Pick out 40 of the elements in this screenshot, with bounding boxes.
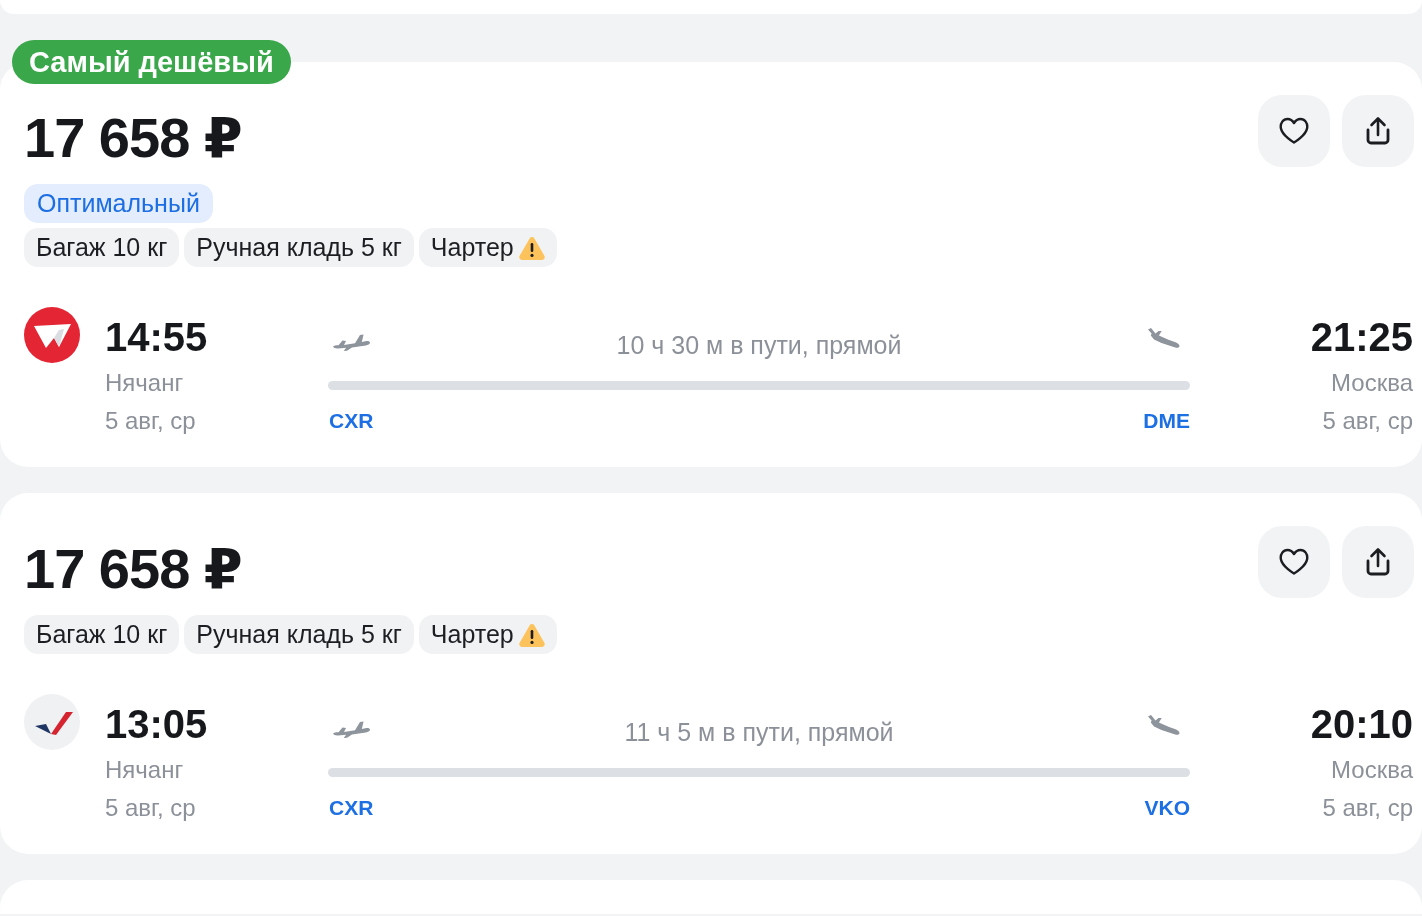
departure-time: 14:55 <box>105 314 209 361</box>
city-name: Москва <box>1331 755 1413 785</box>
city-name: Москва <box>1331 368 1413 398</box>
share-icon <box>1365 116 1391 146</box>
city-name: Нячанг <box>105 368 185 398</box>
warning-icon <box>518 235 545 260</box>
ticket-price: 17 658 ₽ <box>24 110 242 166</box>
feature-label: Ручная кладь 5 кг <box>196 232 402 263</box>
share-icon <box>1365 547 1391 577</box>
flight-duration: 10 ч 30 м в пути, прямой <box>616 331 902 361</box>
airport-code: DME <box>1143 408 1190 434</box>
favorite-button[interactable] <box>1258 526 1330 598</box>
favorite-button[interactable] <box>1258 95 1330 167</box>
flight-date: 5 авг, ср <box>105 406 197 436</box>
feature-label: Чартер <box>430 619 514 650</box>
city-name: Нячанг <box>105 755 185 785</box>
feature-label: Багаж 10 кг <box>36 232 168 263</box>
heart-icon <box>1279 548 1309 576</box>
departure-time: 13:05 <box>105 701 209 748</box>
feature-label: Ручная кладь 5 кг <box>196 619 402 650</box>
cheapest-badge: Самый дешёвый <box>12 40 291 84</box>
heart-icon <box>1279 117 1309 145</box>
arrival-time: 21:25 <box>1310 314 1413 361</box>
flight-date: 5 авг, ср <box>105 793 197 823</box>
flight-duration: 11 ч 5 м в пути, прямой <box>624 718 894 748</box>
airline-logo-icon <box>24 307 80 363</box>
share-button[interactable] <box>1342 95 1414 167</box>
share-button[interactable] <box>1342 526 1414 598</box>
airport-code: CXR <box>329 408 374 434</box>
feature-label: Багаж 10 кг <box>36 619 168 650</box>
ticket-price: 17 658 ₽ <box>24 541 242 597</box>
airport-code: VKO <box>1144 795 1190 821</box>
flight-date: 5 авг, ср <box>1322 793 1413 823</box>
flight-date: 5 авг, ср <box>1322 406 1413 436</box>
offer-tag: Оптимальный <box>24 184 213 223</box>
feature-label: Чартер <box>430 232 514 263</box>
airport-code: CXR <box>329 795 374 821</box>
airline-logo-icon <box>24 694 80 750</box>
arrival-time: 20:10 <box>1310 701 1413 748</box>
warning-icon <box>518 622 545 647</box>
